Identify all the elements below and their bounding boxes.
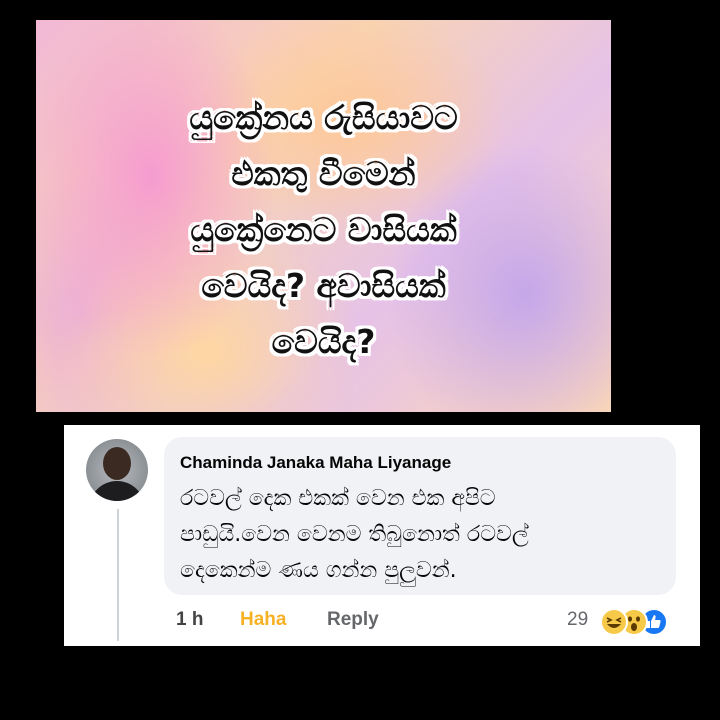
headline-line: එකතු වීමෙන් [231,154,416,193]
avatar-shoulders [89,481,145,501]
headline-line: වෙයිද? අවාසියක් [201,266,446,305]
comment-text-line: රටවල් දෙක එකක් වෙන එක අපිට [180,486,496,511]
comment-time[interactable]: 1 h [176,609,203,631]
comment-author[interactable]: Chaminda Janaka Maha Liyanage [180,453,451,473]
reply-button[interactable]: Reply [327,609,379,631]
comment-text-line: දෙකෙන්ම ණය ගන්න පුලුවන්. [180,558,457,583]
haha-emoji-icon [600,608,628,636]
comment-card: Chaminda Janaka Maha Liyanage රටවල් දෙක … [64,425,700,646]
headline-line: යුක්‍රේනය රුසියාවට [189,98,458,137]
post-image: යුක්‍රේනය රුසියාවට එකතු වීමෙන් යුක්‍රේනෙ… [36,20,611,412]
reaction-button[interactable]: Haha [240,609,286,631]
comment-bubble: Chaminda Janaka Maha Liyanage රටවල් දෙක … [164,437,676,595]
reaction-icons[interactable] [600,608,686,636]
comment-text-line: පාඩුයි.වෙන වෙනම තිබුනොත් රටවල් [180,522,529,547]
avatar[interactable] [86,439,148,501]
comment-text: රටවල් දෙක එකක් වෙන එක අපිට පාඩුයි.වෙන වෙ… [180,481,660,589]
thread-line [117,509,119,641]
headline-line: යුක්‍රේනෙට වාසියක් [190,210,457,249]
headline-line: වෙයිද? [271,322,376,361]
avatar-head [103,447,131,480]
reaction-count[interactable]: 29 [567,609,588,631]
post-headline: යුක්‍රේනය රුසියාවට එකතු වීමෙන් යුක්‍රේනෙ… [36,90,611,370]
